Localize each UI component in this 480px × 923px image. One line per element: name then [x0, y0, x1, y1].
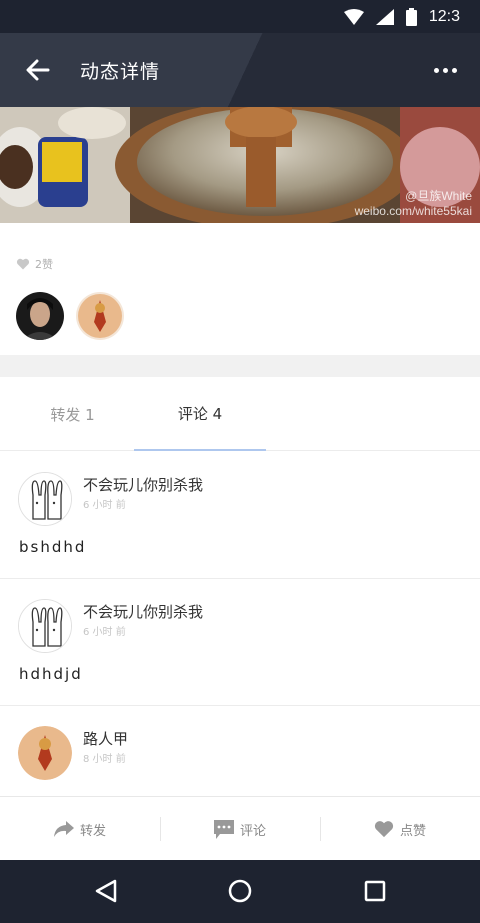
square-recents-icon — [364, 880, 386, 902]
nav-recents-button[interactable] — [355, 873, 395, 909]
triangle-back-icon — [95, 879, 117, 903]
action-bar: 转发 评论 点赞 — [0, 796, 480, 860]
section-divider — [0, 355, 480, 377]
list-item[interactable]: 不会玩儿你别杀我 6 小时 前 bshdhd — [0, 452, 480, 579]
like-label: 点赞 — [399, 823, 426, 839]
comment-label: 评论 — [239, 823, 266, 839]
title-bar: 动态详情 — [0, 33, 480, 107]
more-dots-icon — [433, 67, 439, 73]
tab-comment[interactable]: 评论 4 — [134, 377, 266, 451]
heart-icon — [16, 258, 30, 270]
avatar[interactable] — [18, 726, 72, 780]
comment-text: hdhdjd — [19, 665, 83, 683]
comment-time: 6 小时 前 — [83, 500, 126, 511]
share-arrow-icon — [53, 821, 74, 837]
page-title: 动态详情 — [80, 61, 161, 83]
comment-author[interactable]: 不会玩儿你别杀我 — [83, 474, 203, 495]
tab-repost[interactable]: 转发 1 — [0, 377, 145, 451]
repost-button[interactable]: 转发 — [0, 797, 160, 861]
comment-author[interactable]: 不会玩儿你别杀我 — [83, 601, 203, 622]
nav-back-button[interactable] — [86, 873, 126, 909]
like-button[interactable]: 点赞 — [320, 797, 480, 861]
post-photo[interactable]: @旦族White weibo.com/white55kai — [0, 107, 480, 223]
signal-icon — [375, 8, 394, 25]
nav-home-button[interactable] — [220, 873, 260, 909]
comment-bubble-icon — [213, 819, 234, 839]
tab-indicator — [134, 449, 266, 451]
avatar[interactable] — [18, 599, 72, 653]
comment-button[interactable]: 评论 — [160, 797, 320, 861]
status-bar: 12:3 — [0, 0, 480, 33]
liker-avatars — [16, 292, 124, 340]
comment-time: 6 小时 前 — [83, 627, 126, 638]
avatar[interactable] — [18, 472, 72, 526]
back-button[interactable] — [18, 53, 58, 87]
repost-label: 转发 — [79, 823, 106, 839]
system-nav-bar — [0, 860, 480, 923]
list-item[interactable]: 不会玩儿你别杀我 6 小时 前 hdhdjd — [0, 579, 480, 706]
likes-count: 2赞 — [35, 258, 53, 271]
comment-author[interactable]: 路人甲 — [83, 728, 128, 749]
likes-summary[interactable]: 2赞 — [16, 256, 53, 272]
avatar[interactable] — [76, 292, 124, 340]
back-arrow-icon — [26, 59, 50, 81]
photo-watermark: @旦族White weibo.com/white55kai — [354, 189, 472, 218]
clock: 12:3 — [428, 7, 460, 25]
wifi-icon — [343, 8, 364, 25]
more-options-button[interactable] — [428, 53, 462, 87]
detail-tabs: 转发 1 评论 4 — [0, 377, 480, 451]
heart-icon — [374, 821, 394, 838]
battery-icon — [405, 7, 417, 26]
list-item[interactable]: 路人甲 8 小时 前 — [0, 706, 480, 796]
comment-text: bshdhd — [19, 538, 87, 556]
comment-time: 8 小时 前 — [83, 754, 126, 765]
avatar[interactable] — [16, 292, 64, 340]
circle-home-icon — [228, 879, 252, 903]
